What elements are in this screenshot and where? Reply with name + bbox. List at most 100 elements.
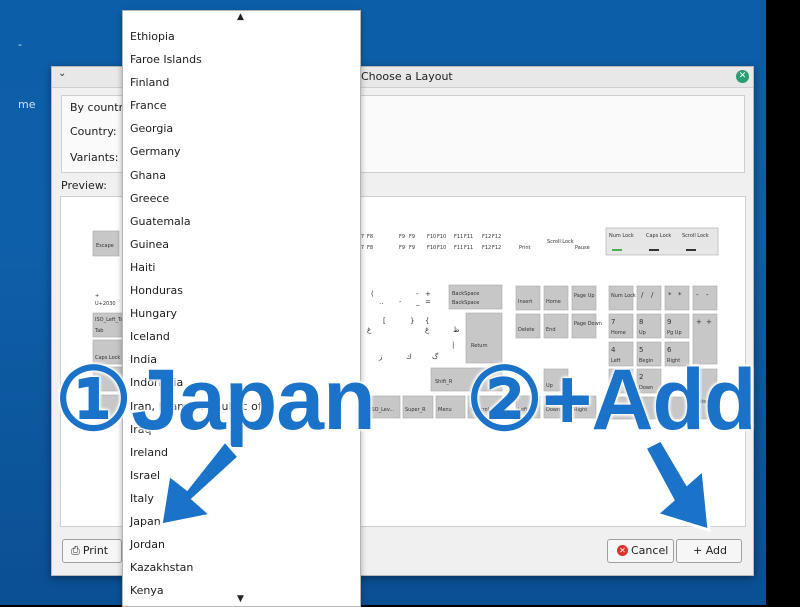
- f12-label: F12: [482, 234, 491, 240]
- arrow-to-add-icon: [642, 440, 711, 533]
- super-r-label: Super_R: [405, 407, 426, 413]
- f8-label: F8: [367, 234, 373, 240]
- preview-label: Preview:: [61, 179, 107, 192]
- symbol-brace: }: [410, 317, 414, 325]
- symbol-arabic-1: غ: [367, 326, 372, 334]
- symbol-minus: -: [399, 298, 402, 306]
- kp-plus-label-2: +: [706, 318, 712, 326]
- symbol-arabic-6: گ: [432, 352, 439, 361]
- key-end: [543, 313, 569, 339]
- menu-label: Menu: [438, 407, 452, 413]
- key-escape-label: Escape: [96, 243, 114, 249]
- f9-label-2: F9: [399, 245, 405, 251]
- country-option[interactable]: Finland: [123, 71, 360, 94]
- symbol-brace2: {: [425, 317, 429, 325]
- f12b-label: F12: [492, 234, 501, 240]
- key-delete: [515, 313, 541, 339]
- country-option[interactable]: Ethiopia: [123, 25, 360, 48]
- scroll-lock-indicator-label: Scroll Lock: [682, 233, 709, 239]
- cancel-icon: ✕: [617, 544, 628, 556]
- country-option[interactable]: Honduras: [123, 279, 360, 302]
- delete-label: Delete: [518, 327, 534, 333]
- num-lock-indicator-label: Num Lock: [609, 233, 634, 239]
- country-label: Country:: [70, 125, 117, 138]
- country-option[interactable]: Guatemala: [123, 210, 360, 233]
- f12b-label-2: F12: [492, 245, 501, 251]
- symbol-equals: =: [425, 298, 431, 306]
- f11b-label-2: F11: [464, 245, 473, 251]
- cancel-button[interactable]: ✕ Cancel: [607, 539, 674, 563]
- key-home: [543, 285, 569, 311]
- page-down-label: Page Down: [574, 321, 602, 327]
- kp-pgup-label: Pg Up: [667, 330, 682, 336]
- kp-9-label: 9: [667, 318, 671, 326]
- f10b-label: F10: [437, 234, 446, 240]
- caps-lock-indicator-label: Caps Lock: [646, 233, 671, 239]
- insert-label: Insert: [518, 299, 532, 305]
- f10-label-2: F10: [427, 245, 436, 251]
- backspace-label-2: BackSpace: [452, 300, 479, 306]
- country-option[interactable]: France: [123, 94, 360, 117]
- annotation-step2: ②+Add: [466, 352, 756, 448]
- symbol-arabic-5: ك: [406, 353, 412, 361]
- country-option[interactable]: Georgia: [123, 117, 360, 140]
- country-option[interactable]: Jordan: [123, 533, 360, 556]
- print-button-label: Print: [82, 544, 109, 557]
- end-label: End: [546, 327, 556, 333]
- country-option[interactable]: Guinea: [123, 233, 360, 256]
- scroll-down-arrow-icon[interactable]: ▼: [237, 594, 244, 604]
- add-button-label: + Add: [693, 544, 728, 557]
- scroll-lock-key-label: Scroll Lock: [547, 239, 574, 245]
- country-option[interactable]: Haiti: [123, 256, 360, 279]
- backspace-label: BackSpace: [452, 291, 479, 297]
- num-lock-led: [612, 249, 622, 251]
- f11-label-2: F11: [454, 245, 463, 251]
- symbol-bracket: [: [383, 317, 386, 325]
- symbol-arabic-3: ظ: [453, 326, 459, 334]
- close-button[interactable]: ✕: [736, 70, 749, 83]
- shift-r-label: Shift_R: [435, 379, 453, 385]
- country-option[interactable]: Faroe Islands: [123, 48, 360, 71]
- close-icon: ✕: [738, 71, 747, 81]
- symbol-arabic-2: غ: [425, 326, 430, 334]
- desktop-side-glyph: -: [18, 38, 22, 51]
- window-menu-chevron-icon[interactable]: ⌄: [58, 68, 66, 79]
- f10-label: F10: [427, 234, 436, 240]
- f9-label: F9: [399, 234, 405, 240]
- kp-plus-label: +: [696, 318, 702, 326]
- symbol-paren: (: [371, 290, 374, 298]
- symbol-dots: ..: [379, 298, 383, 306]
- key-insert: [515, 285, 541, 311]
- symbol-underscore: _: [415, 298, 420, 306]
- plus-top-label: +: [95, 293, 99, 299]
- country-option[interactable]: Kazakhstan: [123, 556, 360, 579]
- print-key-label: Print: [519, 245, 531, 251]
- tab-label: Tab: [94, 328, 103, 334]
- kp-home-label: Home: [611, 330, 626, 336]
- scroll-up-arrow-icon[interactable]: ▲: [237, 12, 244, 22]
- home-label: Home: [546, 299, 561, 305]
- country-option[interactable]: Iceland: [123, 325, 360, 348]
- country-option[interactable]: Germany: [123, 140, 360, 163]
- arrow-to-japan-icon: [159, 438, 242, 527]
- kp-multiply-label: *: [668, 291, 672, 299]
- country-option[interactable]: Hungary: [123, 302, 360, 325]
- f11b-label: F11: [464, 234, 473, 240]
- country-option[interactable]: Greece: [123, 187, 360, 210]
- f11-label: F11: [454, 234, 463, 240]
- country-option[interactable]: Ghana: [123, 164, 360, 187]
- print-button[interactable]: ⎙ Print: [62, 539, 122, 563]
- u2030-label: U+2030: [95, 301, 116, 307]
- symbol-minus-top: -: [416, 290, 419, 298]
- page-up-label: Page Up: [574, 293, 595, 299]
- caps-lock-led: [649, 249, 659, 251]
- dialog-title: Choose a Layout: [361, 70, 453, 83]
- f9b-label: F9: [409, 234, 415, 240]
- by-country-tab[interactable]: By country: [70, 101, 130, 114]
- num-lock-key-label: Num Lock: [611, 293, 636, 299]
- kp-up-label: Up: [639, 330, 646, 336]
- f10b-label-2: F10: [437, 245, 446, 251]
- f9b-label-2: F9: [409, 245, 415, 251]
- kp-7-label: 7: [611, 318, 615, 326]
- add-button[interactable]: + Add: [676, 539, 742, 563]
